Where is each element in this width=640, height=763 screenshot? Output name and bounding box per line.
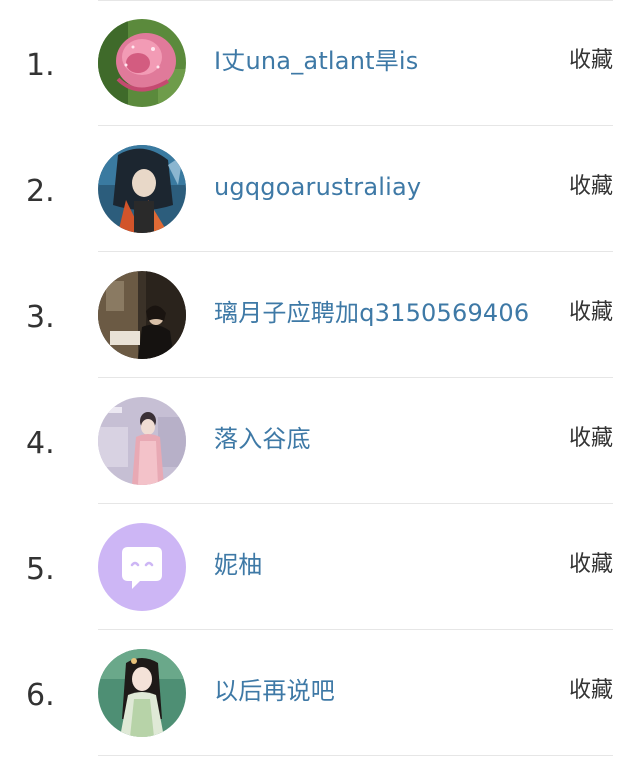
favorite-button[interactable]: 收藏	[566, 549, 613, 581]
anime-character-image	[98, 145, 186, 233]
list-item[interactable]: 4. 落入谷底 收藏	[0, 378, 640, 504]
username-link[interactable]: I丈una_atlant旱is	[214, 45, 419, 77]
username-link[interactable]: 落入谷底	[214, 423, 311, 455]
divider	[98, 755, 613, 756]
avatar[interactable]	[98, 271, 186, 359]
rank-number: 4.	[26, 426, 55, 461]
chat-bubble-icon	[98, 523, 186, 611]
favorite-button[interactable]: 收藏	[566, 423, 613, 455]
list-item[interactable]: 6. 以后再说吧 收藏	[0, 630, 640, 756]
rank-number: 1.	[26, 48, 55, 83]
ancient-style-girl-image	[98, 649, 186, 737]
username-link[interactable]: 璃月子应聘加q3150569406	[214, 297, 529, 329]
list-item[interactable]: 2. ugqgoarustraliay 收藏	[0, 126, 640, 252]
avatar[interactable]	[98, 397, 186, 485]
rank-number: 5.	[26, 552, 55, 587]
avatar[interactable]	[98, 19, 186, 107]
list-item[interactable]: 3. 璃月子应聘加q3150569406 收藏	[0, 252, 640, 378]
favorite-button[interactable]: 收藏	[566, 297, 613, 329]
favorite-button[interactable]: 收藏	[566, 45, 613, 77]
username-link[interactable]: 以后再说吧	[214, 675, 335, 707]
avatar[interactable]	[98, 523, 186, 611]
pink-rose-image	[98, 19, 186, 107]
avatar[interactable]	[98, 145, 186, 233]
list-item[interactable]: 1. I丈una_atlant旱is 收藏	[0, 0, 640, 126]
favorite-button[interactable]: 收藏	[566, 675, 613, 707]
favorite-button[interactable]: 收藏	[566, 171, 613, 203]
user-list: 1. I丈una_atlant旱is 收藏 2. ugqgoarustralia…	[0, 0, 640, 756]
rank-number: 2.	[26, 174, 55, 209]
rank-number: 3.	[26, 300, 55, 335]
dim-room-image	[98, 271, 186, 359]
avatar[interactable]	[98, 649, 186, 737]
username-link[interactable]: 妮柚	[214, 549, 262, 581]
list-item[interactable]: 5. 妮柚 收藏	[0, 504, 640, 630]
lavender-girl-image	[98, 397, 186, 485]
username-link[interactable]: ugqgoarustraliay	[214, 171, 421, 203]
rank-number: 6.	[26, 678, 55, 713]
